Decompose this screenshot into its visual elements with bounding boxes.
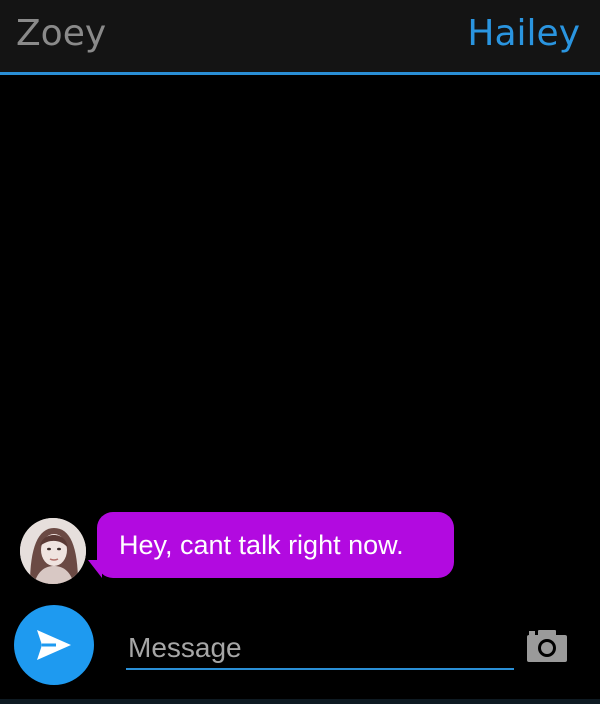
send-button[interactable] (14, 605, 94, 685)
camera-button[interactable] (525, 628, 569, 664)
avatar[interactable] (20, 518, 86, 584)
message-placeholder: Message (128, 632, 242, 663)
message-bubble[interactable]: Hey, cant talk right now. (97, 512, 454, 578)
avatar-portrait-icon (20, 518, 86, 584)
contact-name-right[interactable]: Hailey (467, 12, 580, 56)
send-icon (37, 630, 71, 660)
camera-icon (527, 630, 567, 662)
message-input[interactable]: Message (126, 626, 514, 670)
chat-header: Zoey Hailey (0, 0, 600, 72)
contact-name-left[interactable]: Zoey (16, 12, 106, 56)
bottom-divider (0, 699, 600, 704)
